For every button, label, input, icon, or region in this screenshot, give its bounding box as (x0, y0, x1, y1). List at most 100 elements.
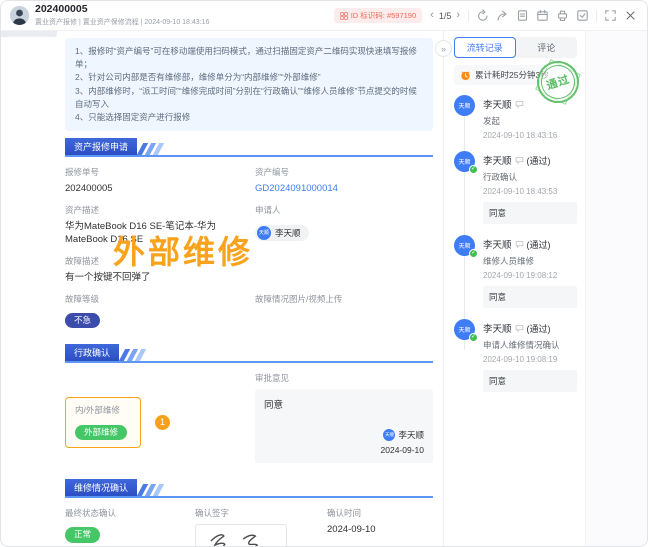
opinion-date: 2024-09-10 (381, 445, 424, 455)
header-left: 202400005 置业资产报修 | 置业资产保修流程 | 2024-09-10… (10, 4, 209, 28)
applicant-photo-avatar (10, 6, 29, 25)
field-label: 内/外部维修 (75, 404, 131, 416)
flow-timeline: 天顺 李天顺 发起 2024-09-10 18:43:16 天顺✓ 李天顺 (通… (454, 95, 577, 392)
field-value: 2024-09-10 (327, 524, 433, 536)
user-avatar: 天顺 (383, 429, 395, 441)
field-value: 有一个按键不回弹了 (65, 272, 433, 284)
field-label: 报修单号 (65, 166, 241, 178)
opinion-footer: 天顺 李天顺 2024-09-10 (264, 429, 424, 455)
fullscreen-icon[interactable] (604, 9, 617, 22)
section-title: 维修情况确认 (65, 479, 137, 496)
approve-icon[interactable] (576, 9, 589, 22)
passed-check-icon: ✓ (469, 165, 478, 174)
section-header-confirm: 维修情况确认 (65, 483, 433, 498)
chat-bubble-icon[interactable] (515, 100, 524, 109)
field-label: 资产描述 (65, 204, 241, 216)
confirm-fields: 最终状态确认 正常 确认签字 确认时间 2024-09-10 (65, 507, 433, 546)
chat-bubble-icon[interactable] (515, 240, 524, 249)
final-status-tag: 正常 (65, 527, 100, 542)
passed-check-icon: ✓ (469, 249, 478, 258)
timeline-name-row: 李天顺 (通过) (483, 151, 577, 167)
field-label: 审批意见 (255, 372, 433, 384)
window-body: 1、报修时“资产编号”可在移动端使用扫码模式，通过扫描固定资产二维码实现快速填写… (1, 31, 647, 546)
transfer-icon[interactable] (476, 9, 489, 22)
signature-image (195, 524, 287, 546)
timeline-time: 2024-09-10 18:43:53 (483, 187, 577, 196)
timeline-entry-admin-confirm: 天顺✓ 李天顺 (通过) 行政确认 2024-09-10 18:43:53 同意 (454, 151, 577, 224)
chat-bubble-icon[interactable] (515, 156, 524, 165)
field-asset-no: 资产编号 GD2024091000014 (255, 166, 433, 195)
applicant-user-chip[interactable]: 天顺 李天顺 (255, 225, 309, 241)
divider (596, 10, 597, 22)
section-header-apply: 资产报修申请 (65, 142, 433, 157)
timeline-name-row: 李天顺 (通过) (483, 235, 577, 251)
timeline-result: (通过) (527, 322, 551, 335)
timeline-node: 行政确认 (483, 171, 577, 183)
notice-line-1: 1、报修时“资产编号”可在移动端使用扫码模式，通过扫描固定资产二维码实现快速填写… (75, 45, 423, 71)
right-margin-area (585, 31, 647, 546)
print-icon[interactable] (556, 9, 569, 22)
passed-check-icon: ✓ (469, 333, 478, 342)
timeline-result: (通过) (527, 154, 551, 167)
timeline-comment: 同意 (483, 202, 577, 224)
field-confirm-time: 确认时间 2024-09-10 (327, 507, 433, 546)
field-repair-type-row: 内/外部维修 外部维修 1 (65, 372, 241, 472)
share-icon[interactable] (496, 9, 509, 22)
collapse-panel-button[interactable]: » (435, 40, 452, 57)
asset-no-link[interactable]: GD2024091000014 (255, 183, 433, 195)
field-value: 华为MateBook D16 SE-笔记本-华为MateBook D16 SE (65, 221, 241, 246)
field-label: 故障等级 (65, 293, 241, 305)
field-approval-opinion: 审批意见 同意 天顺 李天顺 2024-09-10 (255, 372, 433, 463)
admin-fields: 内/外部维修 外部维修 1 审批意见 同意 天顺 李天顺 (65, 372, 433, 472)
field-label: 确认签字 (195, 507, 315, 519)
approval-opinion-box: 同意 天顺 李天顺 2024-09-10 (255, 389, 433, 463)
notice-box: 1、报修时“资产编号”可在移动端使用扫码模式，通过扫描固定资产二维码实现快速填写… (65, 38, 433, 131)
next-record-button[interactable]: › (455, 10, 461, 21)
notice-line-3: 3、内部维修时，“派工时间”“维修完成时间”分别在“行政确认”“维修人员维修”节… (75, 85, 423, 111)
timeline-user-name: 李天顺 (483, 97, 512, 111)
prev-record-button[interactable]: ‹ (429, 10, 435, 21)
fault-level-tag: 不急 (65, 313, 100, 328)
field-label: 确认时间 (327, 507, 433, 519)
repair-detail-window: 202400005 置业资产报修 | 置业资产保修流程 | 2024-09-10… (0, 0, 648, 547)
timeline-node: 发起 (483, 115, 577, 127)
document-icon[interactable] (516, 9, 529, 22)
divider (468, 10, 469, 22)
tab-flow-record[interactable]: 流转记录 (454, 37, 516, 58)
field-final-status: 最终状态确认 正常 (65, 507, 183, 546)
field-fault-level: 故障等级 不急 (65, 293, 241, 328)
close-icon[interactable] (624, 9, 637, 22)
panel-tabs: 流转记录 评论 (454, 37, 577, 58)
field-fault-media: 故障情况图片/视频上传 (255, 293, 433, 328)
field-asset-desc: 资产描述 华为MateBook D16 SE-笔记本-华为MateBook D1… (65, 204, 241, 246)
opinion-text: 同意 (264, 397, 424, 411)
field-applicant: 申请人 天顺 李天顺 (255, 204, 433, 246)
id-badge-text: ID 标识码: #597190 (351, 10, 416, 21)
timeline-comment: 同意 (483, 370, 577, 392)
user-name: 李天顺 (275, 227, 301, 239)
section-title: 资产报修申请 (65, 138, 137, 155)
timeline-user-name: 李天顺 (483, 237, 512, 251)
apply-fields: 报修单号 202400005 资产编号 GD2024091000014 资产描述… (65, 166, 433, 337)
timeline-time: 2024-09-10 18:43:16 (483, 131, 577, 140)
timeline-entry-repair-staff: 天顺✓ 李天顺 (通过) 维修人员维修 2024-09-10 19:08:12 … (454, 235, 577, 308)
header-actions: ID 标识码: #597190 ‹ 1/5 › (334, 8, 637, 23)
field-label: 申请人 (255, 204, 433, 216)
repair-type-highlight-box[interactable]: 内/外部维修 外部维修 (65, 397, 141, 448)
notice-line-4: 4、只能选择固定资产进行报修 (75, 111, 423, 124)
timeline-time: 2024-09-10 19:08:19 (483, 355, 577, 364)
timeline-avatar: 天顺✓ (454, 235, 475, 256)
record-pager: ‹ 1/5 › (429, 10, 461, 21)
schedule-icon[interactable] (536, 9, 549, 22)
timer-icon (460, 70, 471, 81)
repair-type-tag: 外部维修 (75, 425, 127, 440)
timeline-entry-applicant-confirm: 天顺✓ 李天顺 (通过) 申请人维修情况确认 2024-09-10 19:08:… (454, 319, 577, 392)
section-header-admin: 行政确认 (65, 348, 433, 363)
record-subtitle: 置业资产报修 | 置业资产保修流程 | 2024-09-10 18:43:16 (35, 17, 209, 27)
opinion-user-chip: 天顺 李天顺 (383, 429, 424, 441)
timeline-comment: 同意 (483, 286, 577, 308)
left-panel-remnant (1, 31, 57, 37)
chat-bubble-icon[interactable] (515, 324, 524, 333)
form-area: 1、报修时“资产编号”可在移动端使用扫码模式，通过扫描固定资产二维码实现快速填写… (1, 31, 443, 546)
field-repair-no: 报修单号 202400005 (65, 166, 241, 195)
